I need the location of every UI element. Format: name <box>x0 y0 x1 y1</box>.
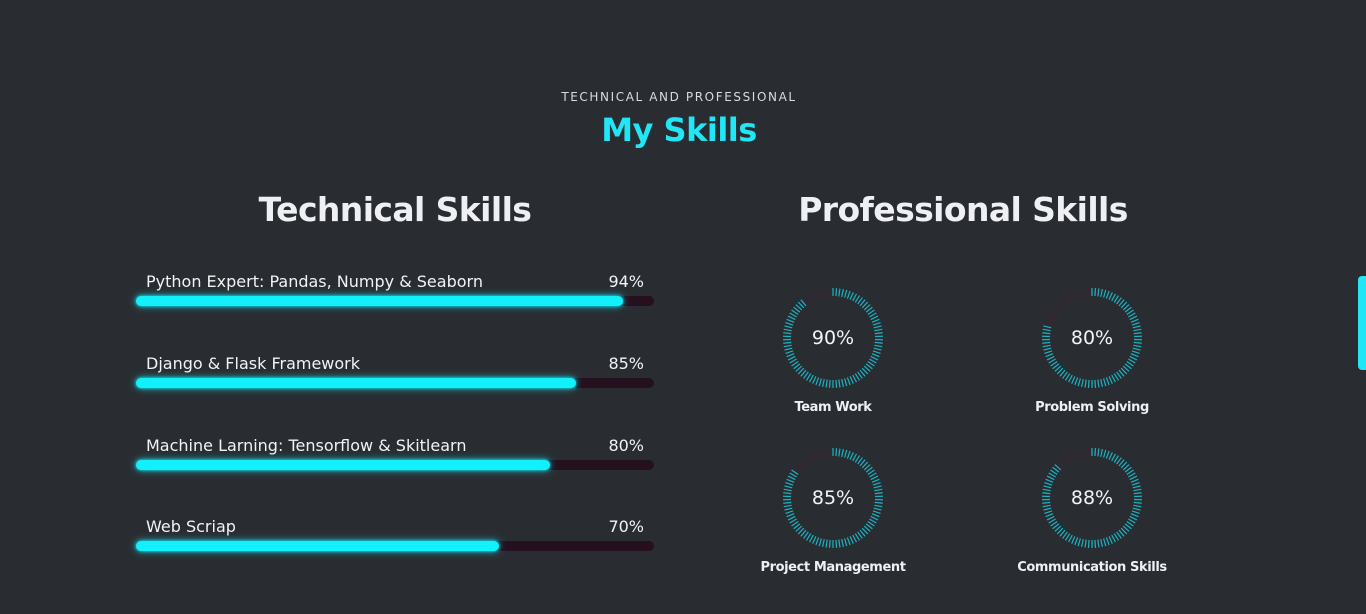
skill-bar-python: Python Expert: Pandas, Numpy & Seaborn 9… <box>136 272 654 322</box>
skill-ring-team-work: 90% Team Work <box>733 288 933 428</box>
skill-ring-label: Communication Skills <box>1017 560 1167 575</box>
skill-bar-fill <box>136 541 499 551</box>
skill-ring-communication: 88% Communication Skills <box>992 448 1192 588</box>
page-scrollbar-thumb[interactable] <box>1358 276 1366 370</box>
section-title: My Skills <box>601 111 757 149</box>
skill-bar-label: Machine Larning: Tensorflow & Skitlearn <box>146 436 467 455</box>
skill-bar-label: Web Scriap <box>146 517 236 536</box>
skill-ring-label: Team Work <box>794 400 872 415</box>
skill-bar-fill <box>136 460 551 470</box>
professional-skills-heading: Professional Skills <box>798 190 1128 229</box>
skill-bar-percent: 85% <box>608 354 644 373</box>
skill-ring-percent: 90% <box>811 327 855 349</box>
section-subtitle: TECHNICAL AND PROFESSIONAL <box>561 90 797 104</box>
skill-ring-percent: 88% <box>1070 487 1114 509</box>
skill-ring-problem-solving: 80% Problem Solving <box>992 288 1192 428</box>
skill-bar-percent: 80% <box>608 436 644 455</box>
skill-bar-fill <box>136 378 577 388</box>
skill-bar-percent: 94% <box>608 272 644 291</box>
skill-ring-percent: 80% <box>1070 327 1114 349</box>
skill-bar-track <box>136 378 654 388</box>
skill-ring-project-management: 85% Project Management <box>733 448 933 588</box>
skill-bar-fill <box>136 296 623 306</box>
technical-skills-heading: Technical Skills <box>258 190 532 229</box>
skill-ring-label: Project Management <box>760 560 906 575</box>
skill-bar-web-scraping: Web Scriap 70% <box>136 517 654 567</box>
skill-bar-django-flask: Django & Flask Framework 85% <box>136 354 654 404</box>
skill-ring-percent: 85% <box>811 487 855 509</box>
skill-bar-machine-learning: Machine Larning: Tensorflow & Skitlearn … <box>136 436 654 486</box>
skill-ring-label: Problem Solving <box>1035 400 1149 415</box>
skill-bar-track <box>136 296 654 306</box>
skill-bar-label: Django & Flask Framework <box>146 354 361 373</box>
skill-bar-track <box>136 460 654 470</box>
skill-bar-label: Python Expert: Pandas, Numpy & Seaborn <box>146 272 483 291</box>
skill-bar-percent: 70% <box>608 517 644 536</box>
skill-bar-track <box>136 541 654 551</box>
